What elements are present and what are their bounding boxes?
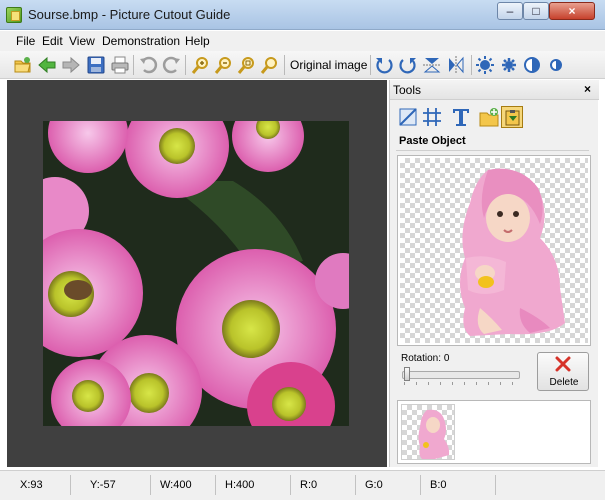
status-width: W:400 bbox=[160, 479, 192, 491]
original-image-button[interactable]: Original image bbox=[290, 58, 367, 72]
print-icon[interactable] bbox=[110, 55, 130, 75]
menu-edit[interactable]: Edit bbox=[42, 34, 63, 48]
menu-demonstration[interactable]: Demonstration bbox=[102, 34, 180, 48]
toolbar-separator bbox=[284, 55, 285, 75]
toolbar-separator bbox=[370, 55, 371, 75]
tools-panel-title: Tools bbox=[393, 83, 422, 97]
transparency-checkerboard bbox=[400, 158, 588, 343]
flip-vertical-icon[interactable] bbox=[422, 55, 442, 75]
forward-arrow-icon[interactable] bbox=[61, 55, 81, 75]
save-icon[interactable] bbox=[86, 55, 106, 75]
status-separator bbox=[355, 475, 356, 495]
open-folder-icon[interactable] bbox=[13, 55, 33, 75]
toolbar-separator bbox=[471, 55, 472, 75]
zoom-out-icon[interactable] bbox=[213, 55, 233, 75]
grid-icon[interactable] bbox=[421, 106, 443, 128]
rotate-right-icon[interactable] bbox=[398, 55, 418, 75]
status-bar: X:93 Y:-57 W:400 H:400 R:0 G:0 B:0 bbox=[0, 470, 605, 500]
status-separator bbox=[290, 475, 291, 495]
back-arrow-icon[interactable] bbox=[37, 55, 57, 75]
section-divider bbox=[396, 150, 589, 151]
menu-help[interactable]: Help bbox=[185, 34, 210, 48]
rotation-value: 0 bbox=[443, 353, 450, 364]
status-green: G:0 bbox=[365, 479, 383, 491]
undo-icon[interactable] bbox=[138, 55, 158, 75]
close-icon[interactable]: × bbox=[584, 82, 591, 96]
paste-object-icon[interactable] bbox=[501, 106, 523, 128]
zoom-actual-icon[interactable] bbox=[259, 55, 279, 75]
baby-thumbnail-image bbox=[418, 409, 450, 459]
toolbar-separator bbox=[185, 55, 186, 75]
brightness-icon[interactable] bbox=[475, 55, 495, 75]
flower-photo bbox=[43, 121, 349, 426]
rotation-slider-track[interactable] bbox=[402, 371, 520, 379]
status-red: R:0 bbox=[300, 479, 318, 491]
crop-icon[interactable] bbox=[397, 106, 419, 128]
zoom-fit-icon[interactable] bbox=[236, 55, 256, 75]
paste-object-preview bbox=[397, 155, 591, 346]
delete-icon bbox=[555, 356, 571, 372]
window-title: Sourse.bmp - Picture Cutout Guide bbox=[28, 7, 231, 22]
contrast-icon[interactable] bbox=[522, 55, 542, 75]
menu-file[interactable]: File bbox=[16, 34, 35, 48]
half-circle-icon[interactable] bbox=[546, 55, 566, 75]
minimize-button[interactable]: – bbox=[497, 2, 523, 20]
status-separator bbox=[215, 475, 216, 495]
toolbar-separator bbox=[133, 55, 134, 75]
zoom-in-icon[interactable] bbox=[190, 55, 210, 75]
menu-view[interactable]: View bbox=[69, 34, 95, 48]
toolbar: Original image bbox=[0, 51, 605, 79]
status-separator bbox=[420, 475, 421, 495]
gear-icon[interactable] bbox=[499, 55, 519, 75]
rotation-label: Rotation: 0 bbox=[401, 353, 450, 364]
status-height: H:400 bbox=[225, 479, 255, 491]
status-separator bbox=[495, 475, 496, 495]
status-separator bbox=[150, 475, 151, 495]
title-bar: Sourse.bmp - Picture Cutout Guide – □ × bbox=[0, 0, 605, 30]
text-icon[interactable] bbox=[450, 106, 472, 128]
status-y: Y:-57 bbox=[90, 479, 116, 491]
delete-label: Delete bbox=[549, 377, 579, 388]
delete-button[interactable]: Delete bbox=[537, 352, 589, 391]
object-thumbnail[interactable] bbox=[401, 404, 455, 460]
rotation-slider-ticks bbox=[404, 382, 519, 385]
add-image-icon[interactable] bbox=[478, 106, 500, 128]
close-window-button[interactable]: × bbox=[549, 2, 595, 20]
baby-cutout-image bbox=[460, 168, 565, 336]
app-icon bbox=[6, 7, 22, 23]
rotate-left-icon[interactable] bbox=[374, 55, 394, 75]
rotation-slider-thumb[interactable] bbox=[404, 367, 410, 381]
status-separator bbox=[70, 475, 71, 495]
status-x: X:93 bbox=[20, 479, 43, 491]
tools-panel: Tools × Paste Object Rotation: 0 Delete bbox=[389, 80, 599, 467]
object-thumbnails bbox=[397, 400, 591, 464]
status-blue: B:0 bbox=[430, 479, 447, 491]
menu-bar: File Edit View Demonstration Help bbox=[0, 31, 605, 51]
paste-object-title: Paste Object bbox=[399, 135, 466, 147]
maximize-button[interactable]: □ bbox=[523, 2, 549, 20]
tools-panel-header: Tools × bbox=[390, 80, 599, 100]
image-canvas[interactable] bbox=[7, 80, 387, 467]
redo-icon[interactable] bbox=[162, 55, 182, 75]
flip-horizontal-icon[interactable] bbox=[446, 55, 466, 75]
